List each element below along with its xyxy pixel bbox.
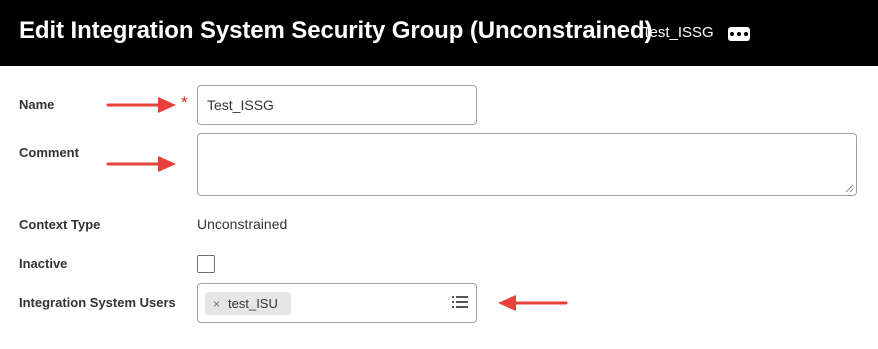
remove-icon[interactable]: × [213, 297, 220, 311]
comment-textarea[interactable] [197, 133, 857, 196]
required-indicator: * [181, 93, 188, 112]
header-subtitle: Test_ISSG [642, 24, 714, 41]
name-label: Name [19, 97, 55, 112]
integration-system-users-label: Integration System Users [19, 295, 176, 310]
name-input-value: Test_ISSG [207, 97, 274, 113]
comment-label: Comment [19, 145, 79, 160]
list-icon[interactable] [452, 295, 468, 309]
annotation-arrow-right-icon [106, 97, 176, 113]
more-options-icon-dot [744, 32, 748, 36]
page-header: Edit Integration System Security Group (… [0, 0, 878, 66]
context-type-value: Unconstrained [197, 216, 288, 232]
selected-item-pill: × test_ISU [205, 292, 291, 315]
resize-handle-icon[interactable] [845, 184, 854, 193]
integration-system-users-field[interactable]: × test_ISU [197, 283, 477, 323]
annotation-arrow-left-icon [498, 295, 568, 311]
name-input[interactable]: Test_ISSG [197, 85, 477, 125]
more-options-icon [730, 32, 734, 36]
more-options-icon-dot [737, 32, 741, 36]
inactive-checkbox[interactable] [197, 255, 215, 273]
context-type-label: Context Type [19, 217, 101, 232]
selected-item-label: test_ISU [228, 296, 278, 311]
inactive-label: Inactive [19, 256, 68, 271]
page-title: Edit Integration System Security Group (… [19, 17, 653, 44]
annotation-arrow-right-icon [106, 156, 176, 172]
more-options-button[interactable] [728, 27, 750, 41]
